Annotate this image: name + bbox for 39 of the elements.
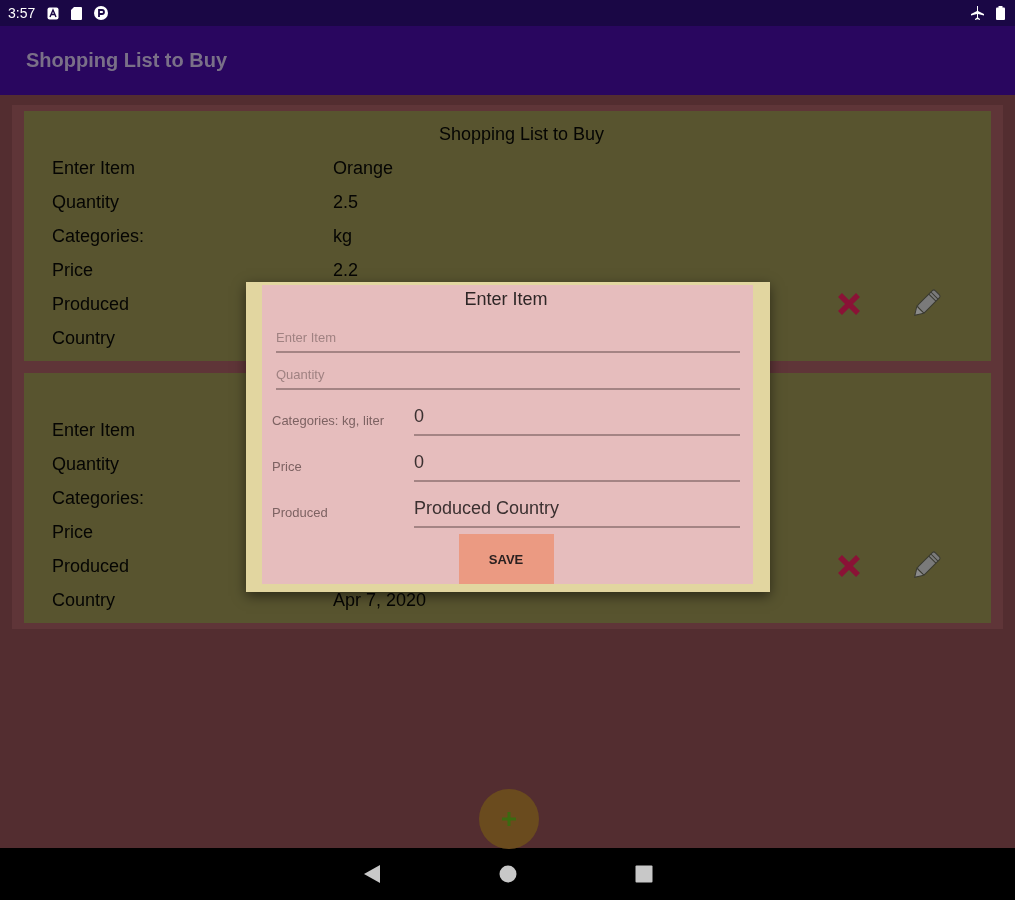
airplane-icon	[970, 6, 984, 20]
notification-icon	[47, 6, 60, 20]
field-value: kg	[333, 225, 352, 247]
field-label: Produced	[52, 293, 130, 315]
field-label: Quantity	[52, 453, 120, 475]
field-value: 2.2	[333, 259, 359, 281]
field-label: Country	[52, 327, 116, 349]
circle-p-icon	[94, 6, 109, 20]
battery-icon	[996, 6, 1005, 20]
dialog-title: Enter Item	[463, 288, 549, 311]
field-value: 2.5	[333, 191, 359, 213]
field-value: Orange	[333, 157, 394, 179]
field-label: Quantity	[52, 191, 120, 213]
field-label: Price	[52, 521, 93, 543]
card-title: Shopping List to Buy	[438, 123, 605, 145]
field-label: Categories:	[52, 487, 145, 509]
app-title: Shopping List to Buy	[26, 49, 228, 72]
plus-icon	[500, 810, 518, 828]
field-label: Categories:	[52, 225, 145, 247]
field-label: Produced	[272, 505, 329, 522]
home-icon[interactable]	[498, 865, 517, 883]
field-label: Categories: kg, liter	[272, 413, 385, 430]
recents-icon[interactable]	[634, 865, 653, 883]
field-label: Enter Item	[52, 157, 136, 179]
input-field[interactable]: Quantity	[276, 360, 740, 390]
field-label: Price	[272, 459, 303, 476]
input-field[interactable]: 0	[414, 444, 740, 482]
back-icon[interactable]	[362, 864, 381, 884]
field-label: Country	[52, 589, 116, 611]
field-label: Price	[52, 259, 93, 281]
save-button[interactable]: SAVE	[458, 534, 554, 584]
input-field[interactable]: Produced Country	[414, 490, 740, 528]
field-label: Produced	[52, 555, 130, 577]
sd-card-icon	[71, 6, 83, 20]
field-value: Apr 7, 2020	[333, 589, 427, 611]
status-time: 3:57	[8, 5, 36, 21]
input-field[interactable]: 0	[414, 398, 740, 436]
field-label: Enter Item	[52, 419, 136, 441]
input-field[interactable]: Enter Item	[276, 323, 740, 353]
